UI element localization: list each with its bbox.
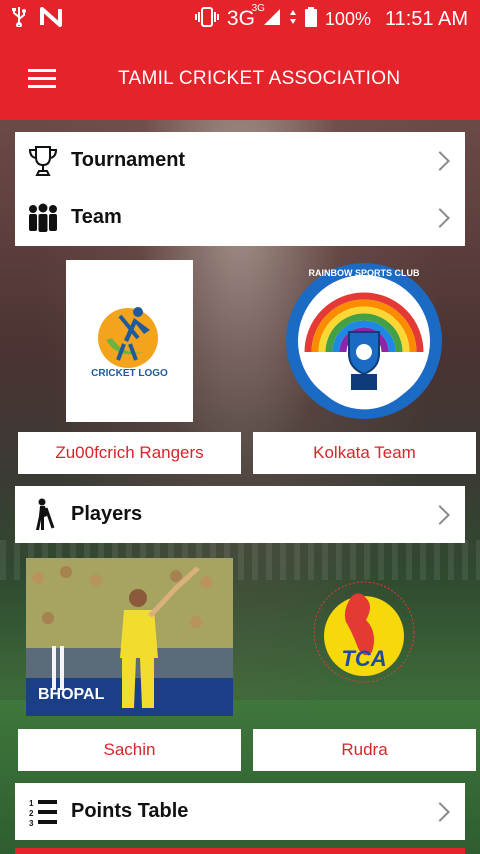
cricket-logo-icon [98,307,158,368]
rainbow-club-logo-icon [286,263,442,419]
batsman-icon [23,495,63,535]
player-name-box-1[interactable]: Sachin [18,729,241,771]
vibrate-icon [194,6,219,32]
team-row[interactable]: Team [15,189,465,246]
hamburger-icon [28,69,56,89]
rainbow-logo-text: RAINBOW SPORTS CLUB [308,268,420,278]
app-title: TAMIL CRICKET ASSOCIATION [118,68,401,89]
photo-banner-text: BHOPAL [38,686,105,703]
chevron-right-icon [430,150,450,171]
chevron-right-icon [430,207,450,228]
team-logo-rainbow[interactable]: RAINBOW SPORTS CLUB [283,262,445,420]
cricket-logo-text: CRICKET LOGO [91,368,168,379]
usb-icon [12,6,26,32]
player-name-box-2[interactable]: Rudra [253,729,476,771]
app-bar: TAMIL CRICKET ASSOCIATION [0,38,480,120]
players-label: Players [71,503,143,525]
battery-icon [304,6,317,32]
svg-text:3: 3 [29,819,34,827]
team-label: Team [71,206,122,228]
clock-time: 11:51 AM [384,7,468,30]
network-label: 3G 3G [227,3,265,31]
team-logo-cricket[interactable]: CRICKET LOGO [66,260,193,422]
menu-card-points: 1 2 3 Points Table [15,783,465,840]
numbered-list-icon: 1 2 3 [23,792,63,832]
player-photo-sachin[interactable]: BHOPAL [26,558,233,716]
svg-text:2: 2 [29,809,34,818]
network-sup: 3G [251,3,265,14]
chevron-right-icon [430,504,450,525]
menu-card-players: Players [15,486,465,543]
status-bar: 3G 3G 100% 11:51 AM [0,0,480,38]
players-row[interactable]: Players [15,486,465,543]
menu-card-top: Tournament Team [15,132,465,246]
player-logo-tca[interactable]: TCA [308,576,420,688]
trophy-icon [23,141,63,181]
points-table-label: Points Table [71,800,189,822]
player-name-1: Sachin [103,740,156,759]
menu-button[interactable] [0,38,84,120]
team-name-box-1[interactable]: Zu00fcrich Rangers [18,432,241,474]
svg-text:1: 1 [29,799,34,808]
signal-icon [263,8,281,31]
data-arrows-icon [289,9,297,30]
points-table-row[interactable]: 1 2 3 Points Table [15,783,465,840]
chevron-right-icon [430,801,450,822]
team-name-1: Zu00fcrich Rangers [55,443,204,462]
team-name-box-2[interactable]: Kolkata Team [253,432,476,474]
bottom-red-strip [15,848,465,854]
team-name-2: Kolkata Team [313,443,416,462]
team-icon [23,198,63,238]
tca-logo-text: TCA [341,646,387,671]
notification-n-icon [40,6,62,32]
player-name-2: Rudra [341,740,388,759]
tournament-label: Tournament [71,149,186,171]
tournament-row[interactable]: Tournament [15,132,465,189]
battery-percent: 100% [324,8,371,29]
